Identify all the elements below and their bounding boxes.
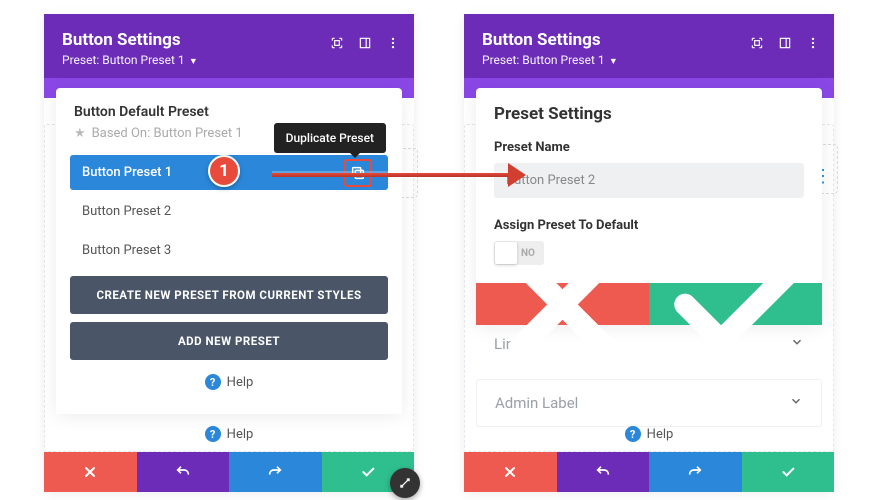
toggle-state-label: NO: [521, 248, 535, 259]
header-subtitle-text: Preset: Button Preset 1: [482, 53, 605, 67]
preset-row-2[interactable]: Button Preset 2: [70, 194, 388, 229]
preset-dropdown-card: Button Default Preset ★ Based On: Button…: [56, 88, 402, 414]
chevron-down-icon: [789, 394, 803, 412]
help-text: Help: [227, 375, 254, 390]
undo-button[interactable]: [137, 452, 230, 492]
help-link[interactable]: ? Help: [464, 412, 834, 452]
help-link-inner[interactable]: ? Help: [56, 360, 402, 400]
help-icon: ?: [625, 426, 641, 442]
save-button[interactable]: [742, 452, 835, 492]
preset-1-label: Button Preset 1: [82, 165, 172, 180]
right-panel: Button Settings Preset: Button Preset 1 …: [464, 14, 834, 492]
help-icon: ?: [205, 374, 221, 390]
preset-cancel-button[interactable]: [476, 283, 649, 325]
preset-confirm-button[interactable]: [649, 283, 822, 325]
assign-default-toggle[interactable]: NO: [494, 241, 544, 265]
action-bar: [44, 452, 414, 492]
preset-dropdown[interactable]: Preset: Button Preset 1 ▼: [482, 53, 816, 67]
resize-handle[interactable]: [390, 468, 420, 498]
add-preset-button[interactable]: ADD NEW PRESET: [70, 322, 388, 360]
admin-label-text: Admin Label: [495, 394, 578, 412]
preset-save-row: [476, 283, 822, 325]
redo-button[interactable]: [229, 452, 322, 492]
default-preset-title: Button Default Preset: [56, 88, 402, 124]
cancel-button[interactable]: [44, 452, 137, 492]
help-text: Help: [647, 427, 674, 442]
create-preset-button[interactable]: CREATE NEW PRESET FROM CURRENT STYLES: [70, 276, 388, 314]
duplicate-tooltip: Duplicate Preset: [274, 123, 386, 153]
preset-settings-title: Preset Settings: [476, 88, 822, 134]
based-on-text: Based On: Button Preset 1: [92, 126, 243, 141]
redo-button[interactable]: [649, 452, 742, 492]
preset-row-3[interactable]: Button Preset 3: [70, 233, 388, 268]
help-link-outer[interactable]: ? Help: [44, 412, 414, 452]
panel-header: Button Settings Preset: Button Preset 1 …: [464, 14, 834, 79]
more-icon[interactable]: [806, 36, 820, 50]
help-text-outer: Help: [227, 427, 254, 442]
left-panel: Button Settings Preset: Button Preset 1 …: [44, 14, 414, 492]
undo-button[interactable]: [557, 452, 650, 492]
panel-icon[interactable]: [778, 36, 792, 50]
star-icon: ★: [74, 126, 86, 141]
expand-icon[interactable]: [750, 36, 764, 50]
toggle-knob: [495, 242, 517, 264]
cancel-button[interactable]: [464, 452, 557, 492]
help-icon: ?: [205, 426, 221, 442]
caret-down-icon: ▼: [607, 57, 618, 67]
preset-settings-card: Preset Settings Preset Name Assign Prese…: [476, 88, 822, 325]
preset-name-label: Preset Name: [476, 134, 822, 163]
action-bar: [464, 452, 834, 492]
step-badge-1: 1: [208, 155, 240, 187]
step-arrow: [272, 173, 522, 177]
preset-name-input[interactable]: [494, 163, 804, 198]
